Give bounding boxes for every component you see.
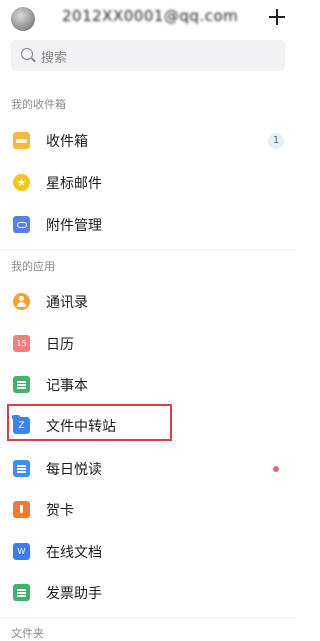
avatar[interactable] [11,7,35,31]
menu-item-calendar[interactable]: 日历 [0,324,296,364]
invoice-icon [13,584,30,601]
section-title-folders: 文件夹 [11,627,44,640]
attachment-icon [13,216,30,233]
menu-item-label: 收件箱 [46,134,88,150]
menu-item-daily-reading[interactable]: 每日悦读 [0,449,296,489]
unread-count-badge: 1 [268,133,284,149]
menu-item-label: 贺卡 [46,503,74,519]
menu-item-attachments[interactable]: 附件管理 [0,205,296,245]
inbox-icon [13,132,30,149]
greeting-card-icon [13,501,30,518]
menu-item-contacts[interactable]: 通讯录 [0,282,296,322]
search-icon [21,48,33,60]
section-divider [0,617,296,618]
search-input[interactable]: 搜索 [11,40,285,71]
section-divider [0,249,296,250]
menu-item-starred[interactable]: 星标邮件 [0,163,296,203]
menu-item-online-docs[interactable]: 在线文档 [0,532,296,572]
top-bar: 2012XX0001@qq.com [0,0,296,38]
menu-item-label: 日历 [46,337,74,353]
contacts-icon [13,293,30,310]
section-title-inbox: 我的收件箱 [11,98,66,111]
menu-item-label: 每日悦读 [46,462,102,478]
highlight-box [7,404,172,441]
star-icon [13,174,30,191]
menu-item-notes[interactable]: 记事本 [0,365,296,405]
section-title-apps: 我的应用 [11,260,55,273]
account-email[interactable]: 2012XX0001@qq.com [62,7,238,25]
notes-icon [13,376,30,393]
menu-item-label: 附件管理 [46,218,102,234]
calendar-icon [13,335,30,352]
online-docs-icon [13,543,30,560]
menu-item-label: 发票助手 [46,586,102,602]
menu-item-label: 在线文档 [46,545,102,561]
menu-item-label: 星标邮件 [46,176,102,192]
menu-item-greeting-card[interactable]: 贺卡 [0,490,296,530]
menu-item-label: 记事本 [46,378,88,394]
search-placeholder: 搜索 [41,51,68,66]
menu-item-label: 通讯录 [46,295,88,311]
menu-item-invoice[interactable]: 发票助手 [0,573,296,613]
plus-icon[interactable] [266,6,288,28]
unread-dot [273,466,279,472]
menu-item-inbox[interactable]: 收件箱 1 [0,121,296,161]
daily-reading-icon [13,460,30,477]
